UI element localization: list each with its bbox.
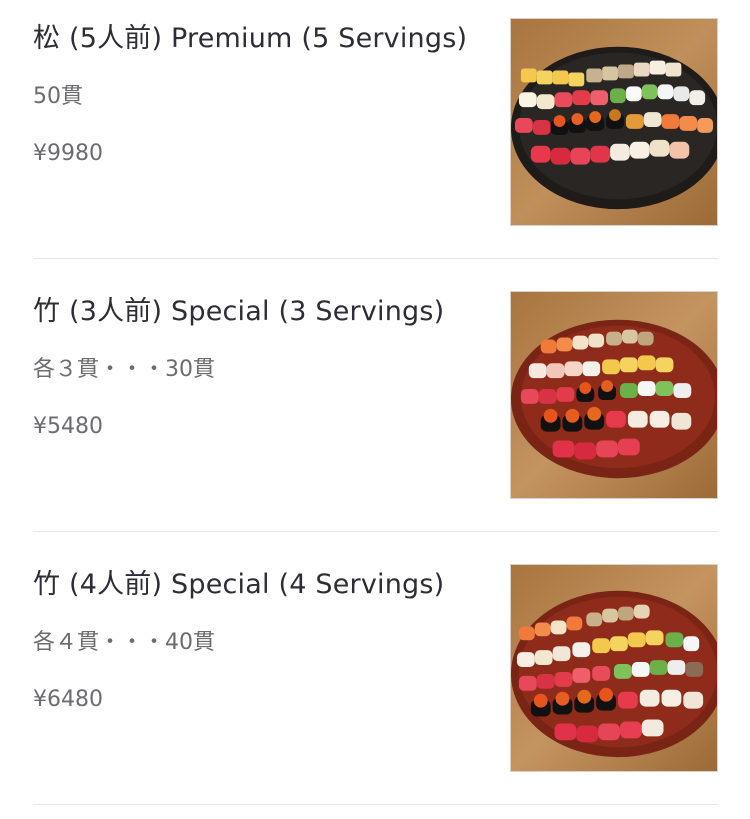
sushi-platter-illustration [511,292,717,498]
item-price: ¥9980 [33,141,103,166]
item-description: 各４貫・・・40貫 [33,630,215,655]
item-name: 竹 (3人前) Special (3 Servings) [33,296,445,327]
item-description: 50貫 [33,84,83,109]
item-price: ¥6480 [33,687,103,712]
menu-item-premium-5[interactable]: 松 (5人前) Premium (5 Servings) 50貫 ¥9980 [33,0,718,273]
sushi-platter-image [510,18,718,226]
sushi-platter-image [510,564,718,772]
item-name: 竹 (4人前) Special (4 Servings) [33,569,445,600]
item-price: ¥5480 [33,414,103,439]
sushi-platter-illustration [511,19,717,225]
divider [33,258,718,259]
divider [33,804,718,805]
sushi-platter-image [510,291,718,499]
item-description: 各３貫・・・30貫 [33,357,215,382]
menu-item-special-3[interactable]: 竹 (3人前) Special (3 Servings) 各３貫・・・30貫 ¥… [33,273,718,546]
menu-item-special-4[interactable]: 竹 (4人前) Special (4 Servings) 各４貫・・・40貫 ¥… [33,546,718,819]
sushi-platter-illustration [511,565,717,771]
divider [33,531,718,532]
item-name: 松 (5人前) Premium (5 Servings) [33,23,468,54]
